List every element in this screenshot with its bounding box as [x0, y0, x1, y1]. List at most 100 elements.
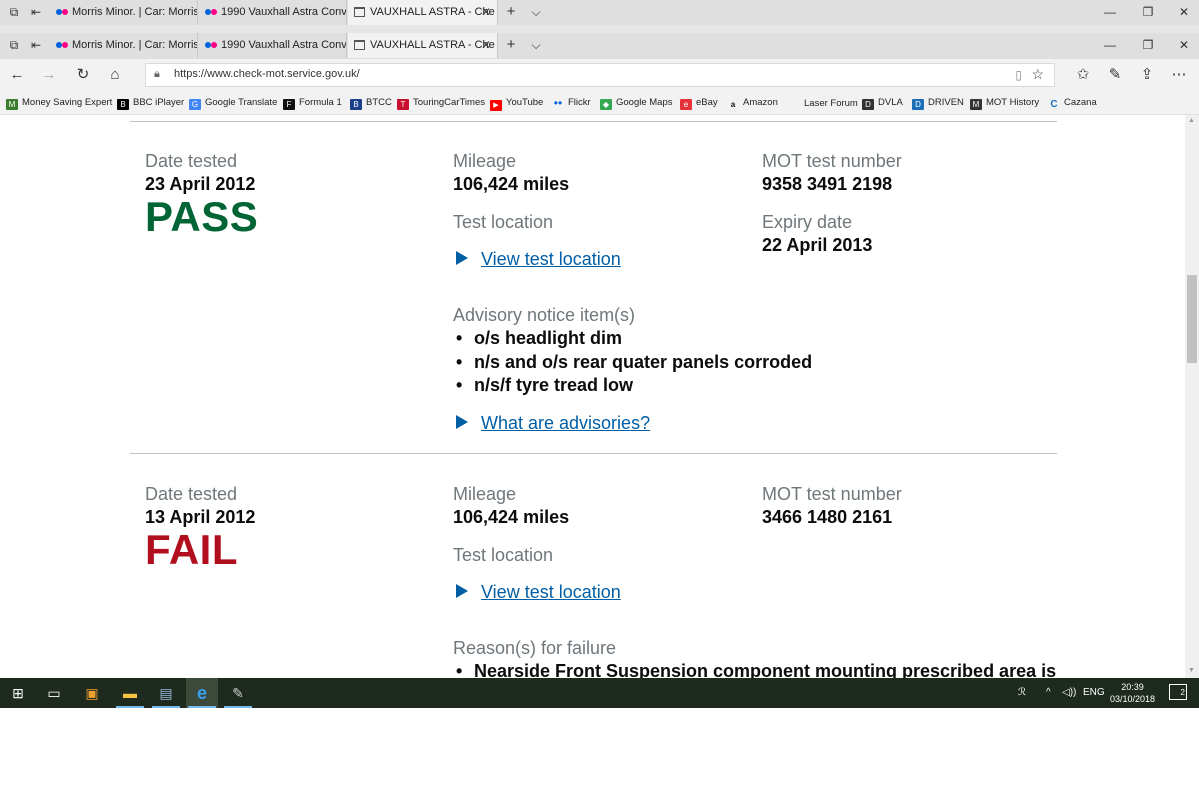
language-indicator[interactable]: ENG — [1083, 678, 1105, 708]
new-tab-button[interactable]: + — [503, 37, 519, 52]
view-test-location-link[interactable]: View test location — [481, 249, 621, 270]
fav-youtube[interactable]: ▶ YouTube — [490, 97, 543, 111]
tab-list-button[interactable]: ⌵ — [528, 5, 544, 19]
file-explorer-icon[interactable]: ▬ — [114, 678, 146, 708]
restore-button[interactable]: ❐ — [1128, 33, 1168, 58]
media-player-icon[interactable]: ▣ — [76, 678, 108, 708]
edge-browser-icon[interactable]: e — [186, 678, 218, 708]
fav-google-translate[interactable]: G Google Translate — [189, 97, 277, 110]
tab-check-mot[interactable]: VAUXHALL ASTRA - Che ✕ — [348, 33, 498, 58]
test-location-label: Test location — [453, 545, 554, 565]
windows-start-icon[interactable]: ⊞ — [2, 678, 34, 708]
mot-test-number-label: MOT test number — [762, 484, 902, 504]
fav-cazana[interactable]: C Cazana — [1048, 97, 1096, 110]
set-tabs-aside-icon[interactable]: ⇤ — [28, 38, 44, 52]
tab-morris-minor[interactable]: Morris Minor. | Car: Morris M — [50, 0, 198, 25]
navigation-bar: ← → ↻ ⌂ 🔒︎ https://www.check-mot.service… — [0, 59, 1199, 91]
page-icon — [354, 40, 365, 50]
formula-1-icon: F — [283, 99, 295, 110]
view-test-location-link[interactable]: View test location — [481, 582, 621, 603]
refresh-icon[interactable]: ↻ — [72, 65, 94, 85]
close-tab-icon[interactable]: ✕ — [481, 33, 491, 58]
dvla-icon: D — [862, 99, 874, 110]
mot-test-number-label: MOT test number — [762, 151, 902, 171]
close-window-button[interactable]: ✕ — [1164, 33, 1199, 58]
address-bar[interactable]: 🔒︎ https://www.check-mot.service.gov.uk/… — [145, 63, 1055, 87]
fav-ebay[interactable]: e eBay — [680, 97, 718, 110]
minimize-button[interactable]: — — [1090, 0, 1130, 25]
paint-icon[interactable]: ✎ — [222, 678, 254, 708]
scroll-up-icon[interactable]: ▲ — [1188, 117, 1195, 124]
favorite-star-icon[interactable]: ☆ — [1031, 66, 1044, 83]
fav-formula-1[interactable]: F Formula 1 — [283, 97, 342, 110]
vertical-scrollbar[interactable]: ▲ ▼ — [1185, 115, 1199, 678]
tab-title: 1990 Vauxhall Astra Conver — [221, 6, 347, 18]
mot-test-number-value: 9358 3491 2198 — [762, 174, 893, 194]
driven-icon: D — [912, 99, 924, 110]
back-icon[interactable]: ← — [6, 65, 28, 85]
tabs-aside-icon[interactable]: ⧉ — [6, 38, 22, 52]
fav-laser-forum[interactable]: Laser Forum — [788, 97, 858, 109]
scroll-down-icon[interactable]: ▼ — [1188, 667, 1195, 674]
flickr-icon: •• — [553, 96, 563, 110]
tab-morris-minor[interactable]: Morris Minor. | Car: Morris M — [50, 33, 198, 58]
restore-button[interactable]: ❐ — [1128, 0, 1168, 25]
what-are-advisories-link[interactable]: What are advisories? — [481, 413, 650, 434]
fav-money-saving-expert[interactable]: M Money Saving Expert — [6, 97, 112, 110]
date-tested-value: 13 April 2012 — [145, 507, 256, 527]
set-tabs-aside-icon[interactable]: ⇤ — [28, 5, 44, 19]
web-note-icon[interactable]: ✎ — [1104, 65, 1126, 85]
tab-list-button[interactable]: ⌵ — [528, 38, 544, 52]
show-hidden-icons[interactable]: ^ — [1046, 678, 1051, 708]
share-icon[interactable]: ⇪ — [1136, 65, 1158, 85]
fav-dvla[interactable]: D DVLA — [862, 97, 903, 110]
close-window-button[interactable]: ✕ — [1164, 0, 1199, 25]
photos-icon[interactable]: ▤ — [150, 678, 182, 708]
failure-reason-item: • Nearside Front Suspension component mou… — [456, 661, 1057, 678]
url-text[interactable]: https://www.check-mot.service.gov.uk/ — [174, 68, 360, 80]
tabs-aside-icon[interactable]: ⧉ — [6, 5, 22, 19]
clock-time: 20:39 — [1121, 682, 1144, 692]
tab-vauxhall-astra[interactable]: 1990 Vauxhall Astra Conver — [199, 0, 347, 25]
amazon-icon: a — [730, 100, 736, 109]
triangle-right-icon — [456, 415, 468, 429]
home-icon[interactable]: ⌂ — [104, 65, 126, 85]
fav-driven[interactable]: D DRIVEN — [912, 97, 964, 110]
mileage-label: Mileage — [453, 151, 517, 171]
fav-flickr[interactable]: •• Flickr — [552, 97, 591, 109]
tab-title: VAUXHALL ASTRA - Che — [370, 39, 495, 51]
reading-view-icon[interactable]: ▯ — [1015, 68, 1022, 82]
mileage-value: 106,424 miles — [453, 507, 570, 527]
bbc-icon: B — [117, 99, 129, 110]
fav-touringcartimes[interactable]: T TouringCarTimes — [397, 97, 485, 110]
new-tab-button[interactable]: + — [503, 4, 519, 19]
people-icon[interactable]: ℛ — [1018, 678, 1026, 708]
clock[interactable]: 20:39 03/10/2018 — [1110, 681, 1155, 705]
fav-btcc[interactable]: B BTCC — [350, 97, 392, 110]
more-icon[interactable]: ⋯ — [1168, 65, 1190, 85]
fav-amazon[interactable]: a Amazon — [727, 97, 778, 109]
forward-icon[interactable]: → — [38, 65, 60, 85]
tab-check-mot[interactable]: VAUXHALL ASTRA - Che ✕ — [348, 0, 498, 25]
clock-date: 03/10/2018 — [1109, 694, 1155, 704]
fav-google-maps[interactable]: ◆ Google Maps — [600, 97, 673, 110]
failure-reasons-label: Reason(s) for failure — [453, 638, 617, 658]
fav-mot-history[interactable]: M MOT History — [970, 97, 1039, 110]
scrollbar-thumb[interactable] — [1187, 275, 1197, 363]
tab-vauxhall-astra[interactable]: 1990 Vauxhall Astra Conver — [199, 33, 347, 58]
action-center-icon[interactable]: 2 — [1169, 684, 1187, 700]
test-location-label: Test location — [453, 212, 554, 232]
window-gap — [0, 25, 1199, 33]
advisory-items-label: Advisory notice item(s) — [453, 305, 636, 325]
flickr-icon — [205, 41, 217, 49]
section-divider — [130, 121, 1057, 122]
favorites-hub-icon[interactable]: ✩ — [1072, 65, 1094, 85]
expiry-date-value: 22 April 2013 — [762, 235, 873, 255]
close-tab-icon[interactable]: ✕ — [481, 0, 491, 25]
task-view-icon[interactable]: ▭ — [38, 678, 70, 708]
touringcartimes-icon: T — [397, 99, 409, 110]
minimize-button[interactable]: — — [1090, 33, 1130, 58]
fav-bbc-iplayer[interactable]: B BBC iPlayer — [117, 97, 184, 110]
volume-icon[interactable]: ◁)) — [1062, 678, 1076, 708]
advisory-item: • o/s headlight dim — [456, 328, 623, 348]
